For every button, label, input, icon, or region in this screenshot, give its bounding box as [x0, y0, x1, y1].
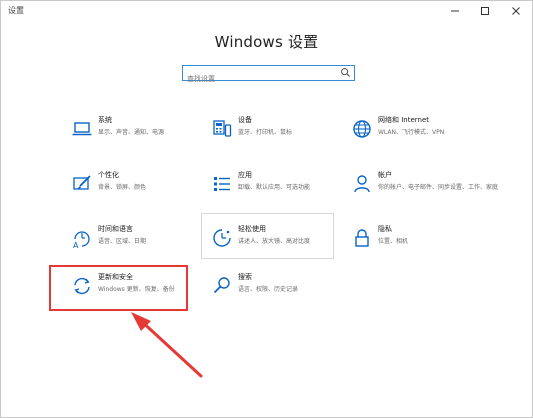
annotation-arrow: [131, 312, 203, 378]
settings-window: 设置 Windows 设置 系统 显示、声音、通知、电源: [0, 0, 533, 418]
